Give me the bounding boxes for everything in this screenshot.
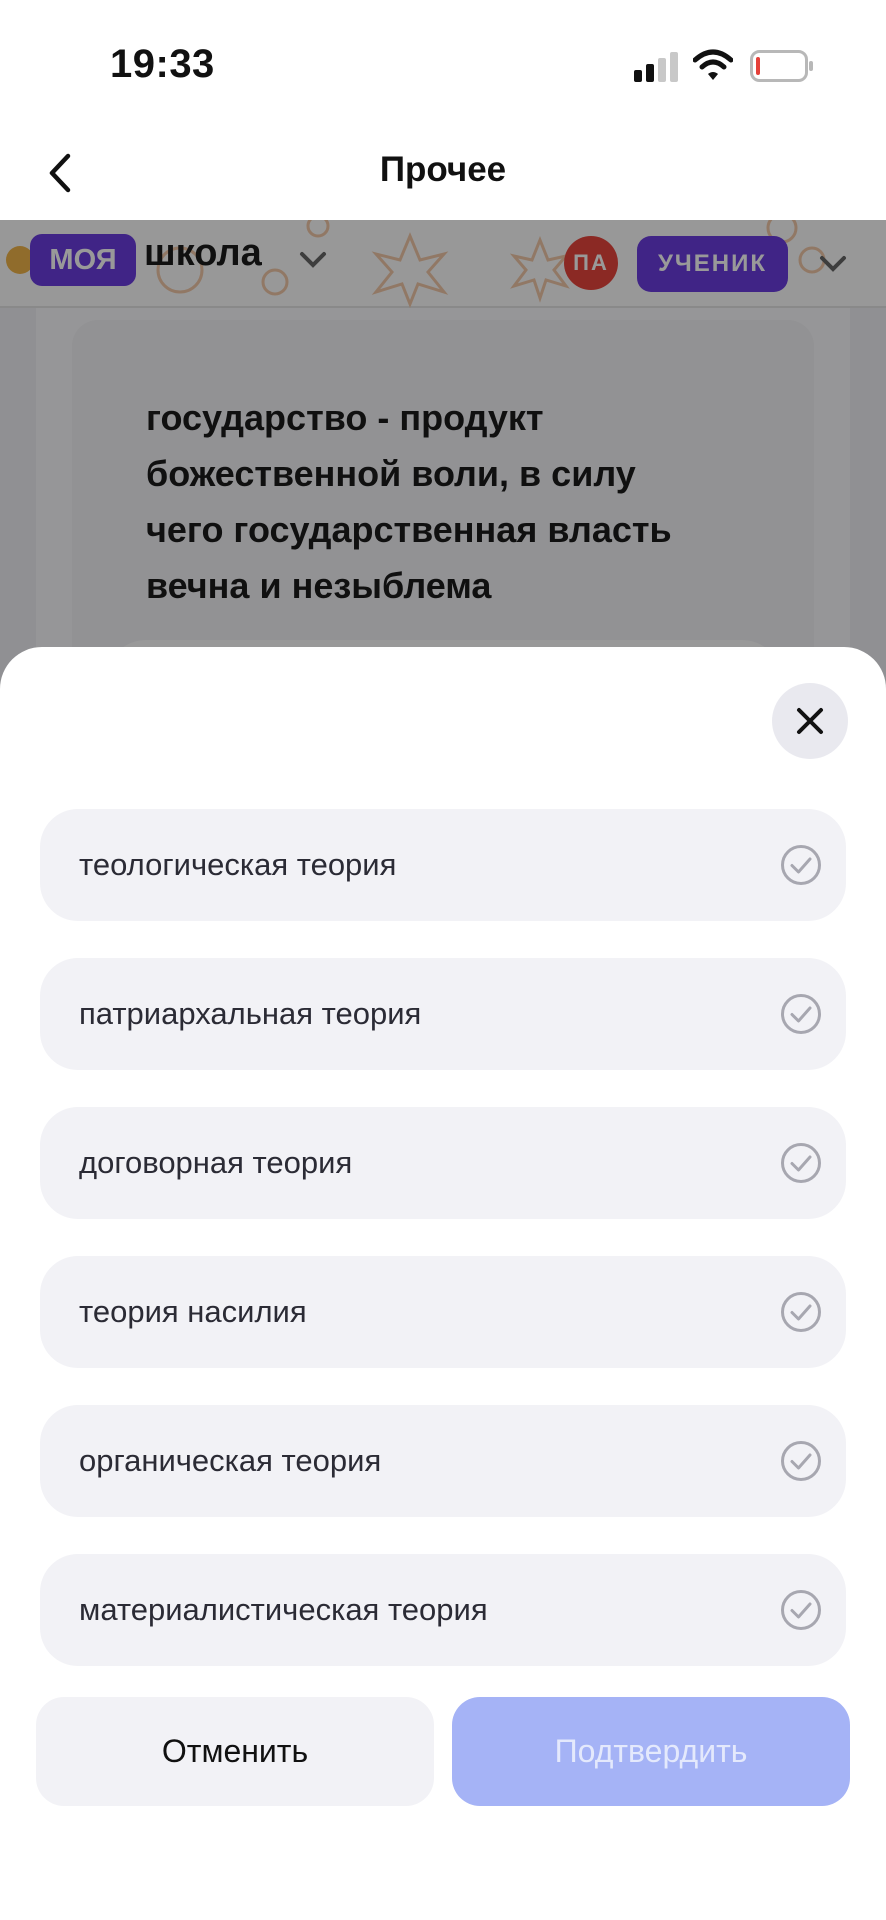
home-indicator [300, 1880, 586, 1890]
check-circle-icon [781, 1590, 821, 1630]
close-icon [797, 708, 823, 734]
app-screen: 19:33 Прочее МОЯ школа ПА УЧЕНИК государ… [0, 0, 886, 1920]
check-circle-icon [781, 1143, 821, 1183]
option-label: органическая теория [79, 1443, 382, 1478]
option-patriarchal[interactable]: патриархальная теория [40, 958, 846, 1070]
option-label: материалистическая теория [79, 1592, 488, 1627]
option-theological[interactable]: теологическая теория [40, 809, 846, 921]
option-contractual[interactable]: договорная теория [40, 1107, 846, 1219]
status-bar: 19:33 [0, 0, 886, 130]
option-label: теологическая теория [79, 847, 397, 882]
nav-bar: Прочее [0, 130, 886, 220]
option-list: теологическая теория патриархальная теор… [40, 809, 846, 1703]
close-button[interactable] [772, 683, 848, 759]
option-label: договорная теория [79, 1145, 353, 1180]
option-materialistic[interactable]: материалистическая теория [40, 1554, 846, 1666]
option-label: патриархальная теория [79, 996, 422, 1031]
option-organic[interactable]: органическая теория [40, 1405, 846, 1517]
option-label: теория насилия [79, 1294, 307, 1329]
confirm-button[interactable]: Подтвердить [452, 1697, 850, 1806]
battery-icon [750, 50, 813, 82]
cancel-button[interactable]: Отменить [36, 1697, 434, 1806]
check-circle-icon [781, 1292, 821, 1332]
option-violence[interactable]: теория насилия [40, 1256, 846, 1368]
check-circle-icon [781, 994, 821, 1034]
signal-icon [634, 52, 680, 82]
wifi-icon [693, 49, 733, 80]
page-title: Прочее [379, 150, 507, 189]
answer-sheet: теологическая теория патриархальная теор… [0, 647, 886, 1920]
check-circle-icon [781, 1441, 821, 1481]
check-circle-icon [781, 845, 821, 885]
status-time: 19:33 [110, 42, 215, 86]
